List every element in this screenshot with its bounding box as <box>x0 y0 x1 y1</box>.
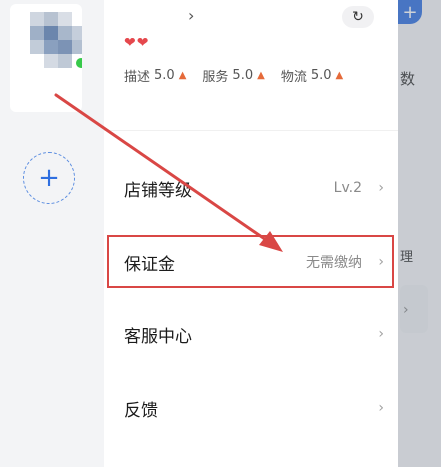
store-drawer: › ↻ ❤❤ 描述 5.0 ▲ 服务 5.0 ▲ 物流 5.0 ▲ 店铺等级 L… <box>104 0 398 467</box>
refresh-icon: ↻ <box>352 9 364 25</box>
store-switcher-rail: + <box>0 0 104 467</box>
rating-value: 5.0 <box>310 68 332 83</box>
menu-item-customer-service[interactable]: 客服中心 › <box>104 306 398 362</box>
divider <box>104 130 398 131</box>
store-reputation-hearts: ❤❤ <box>124 35 150 51</box>
rating-value: 5.0 <box>232 68 254 83</box>
rating-logistics: 物流 5.0 ▲ <box>281 66 343 85</box>
rating-label: 描述 <box>124 70 151 85</box>
menu-item-feedback[interactable]: 反馈 › <box>104 380 398 436</box>
plus-icon: + <box>38 163 60 193</box>
trend-up-icon: ▲ <box>335 70 344 81</box>
menu-item-store-level[interactable]: 店铺等级 Lv.2 › <box>104 160 398 216</box>
dim-mask <box>398 0 441 467</box>
rating-label: 服务 <box>202 70 229 85</box>
chevron-right-icon: › <box>378 400 384 416</box>
online-status-dot <box>74 56 82 70</box>
refresh-button[interactable]: ↻ <box>342 6 374 28</box>
trend-up-icon: ▲ <box>257 70 265 81</box>
current-store-card[interactable] <box>10 4 82 112</box>
rating-description: 描述 5.0 ▲ <box>124 66 186 85</box>
menu-item-label: 店铺等级 <box>124 180 192 201</box>
trend-up-icon: ▲ <box>178 70 187 81</box>
menu-item-label: 反馈 <box>124 400 158 421</box>
menu-item-value: Lv.2 <box>333 180 362 196</box>
add-store-button[interactable]: + <box>23 152 75 204</box>
rating-value: 5.0 <box>154 68 175 83</box>
background-page-overlay[interactable]: + 数 理 › <box>398 0 441 467</box>
rating-service: 服务 5.0 ▲ <box>202 66 264 85</box>
rating-label: 物流 <box>280 70 307 85</box>
store-ratings: 描述 5.0 ▲ 服务 5.0 ▲ 物流 5.0 ▲ <box>124 66 396 85</box>
store-name-chevron-icon[interactable]: › <box>188 6 194 25</box>
menu-item-label: 客服中心 <box>124 326 192 347</box>
chevron-right-icon: › <box>378 180 384 196</box>
chevron-right-icon: › <box>378 326 384 342</box>
annotation-highlight-box <box>107 235 394 288</box>
